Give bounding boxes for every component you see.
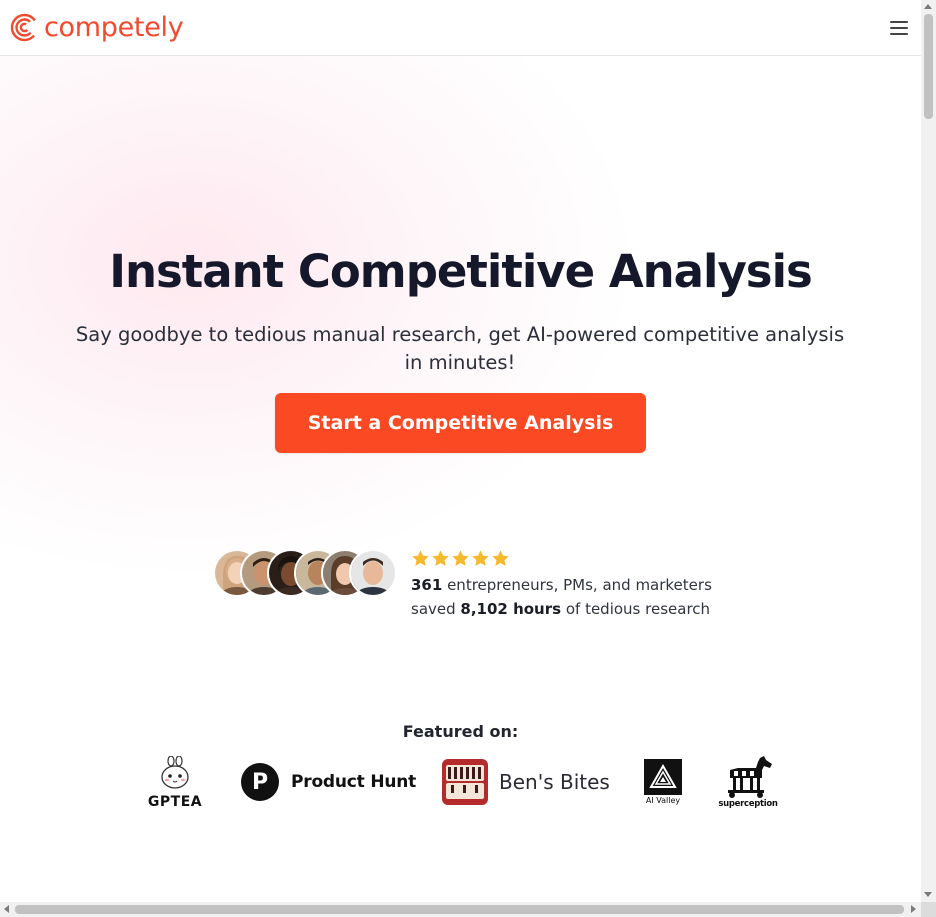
users-description: entrepreneurs, PMs, and marketers: [442, 576, 712, 594]
scroll-left-arrow-icon[interactable]: [4, 905, 9, 913]
star-icon: [472, 550, 489, 566]
horizontal-scroll-thumb[interactable]: [15, 905, 904, 914]
page-viewport: competely Instant Competitive Analysis S…: [0, 0, 921, 902]
scrollbar-corner: [921, 902, 936, 917]
gptea-mascot-icon: [161, 756, 189, 789]
product-hunt-logo[interactable]: P Product Hunt: [241, 762, 416, 802]
hours-saved: 8,102 hours: [460, 600, 562, 618]
vertical-scroll-thumb[interactable]: [924, 14, 933, 119]
gptea-logo[interactable]: GPTEA: [146, 756, 204, 810]
start-analysis-button[interactable]: Start a Competitive Analysis: [275, 393, 646, 453]
hero-title: Instant Competitive Analysis: [109, 245, 813, 298]
horizontal-scrollbar[interactable]: [0, 902, 921, 917]
vertical-scrollbar[interactable]: [921, 0, 936, 902]
rating-stars: [411, 549, 510, 568]
brand-name: competely: [44, 12, 184, 43]
bens-bites-logo[interactable]: Ben's Bites: [442, 758, 610, 806]
superception-wordmark: superception: [718, 799, 778, 809]
scroll-right-arrow-icon[interactable]: [911, 905, 916, 913]
avatar: [349, 549, 397, 597]
competely-logo-icon: [10, 13, 39, 42]
hamburger-menu-icon[interactable]: [887, 16, 911, 40]
bens-bites-icon: [442, 759, 488, 805]
ai-valley-icon: [644, 759, 682, 795]
bens-bites-wordmark: Ben's Bites: [499, 770, 610, 794]
star-icon: [432, 550, 449, 566]
product-hunt-wordmark: Product Hunt: [291, 772, 417, 792]
hero-subtitle: Say goodbye to tedious manual research, …: [75, 323, 845, 374]
ai-valley-wordmark: AI Valley: [645, 796, 681, 805]
user-avatars: [213, 549, 403, 597]
users-count: 361: [411, 576, 443, 594]
star-icon: [452, 550, 469, 566]
users-count-text: 361 entrepreneurs, PMs, and marketers: [411, 576, 712, 594]
social-proof: 361 entrepreneurs, PMs, and marketers sa…: [213, 549, 733, 629]
ai-valley-logo[interactable]: AI Valley: [644, 759, 682, 809]
trojan-horse-icon: [728, 756, 772, 798]
brand-logo[interactable]: competely: [10, 12, 184, 43]
star-icon: [412, 550, 429, 566]
gptea-wordmark: GPTEA: [147, 794, 203, 810]
scroll-down-arrow-icon[interactable]: [924, 892, 932, 897]
top-navbar: competely: [0, 0, 921, 56]
star-icon: [492, 550, 509, 566]
featured-logos: GPTEA P Product Hunt Ben's Bites AI Vall…: [0, 750, 921, 812]
featured-on-label: Featured on:: [402, 722, 519, 741]
product-hunt-icon: P: [241, 763, 279, 801]
saved-prefix: saved: [411, 600, 461, 618]
superception-logo[interactable]: superception: [718, 756, 778, 812]
saved-suffix: of tedious research: [561, 600, 711, 618]
hours-saved-text: saved 8,102 hours of tedious research: [411, 600, 710, 618]
scroll-up-arrow-icon[interactable]: [924, 4, 932, 9]
